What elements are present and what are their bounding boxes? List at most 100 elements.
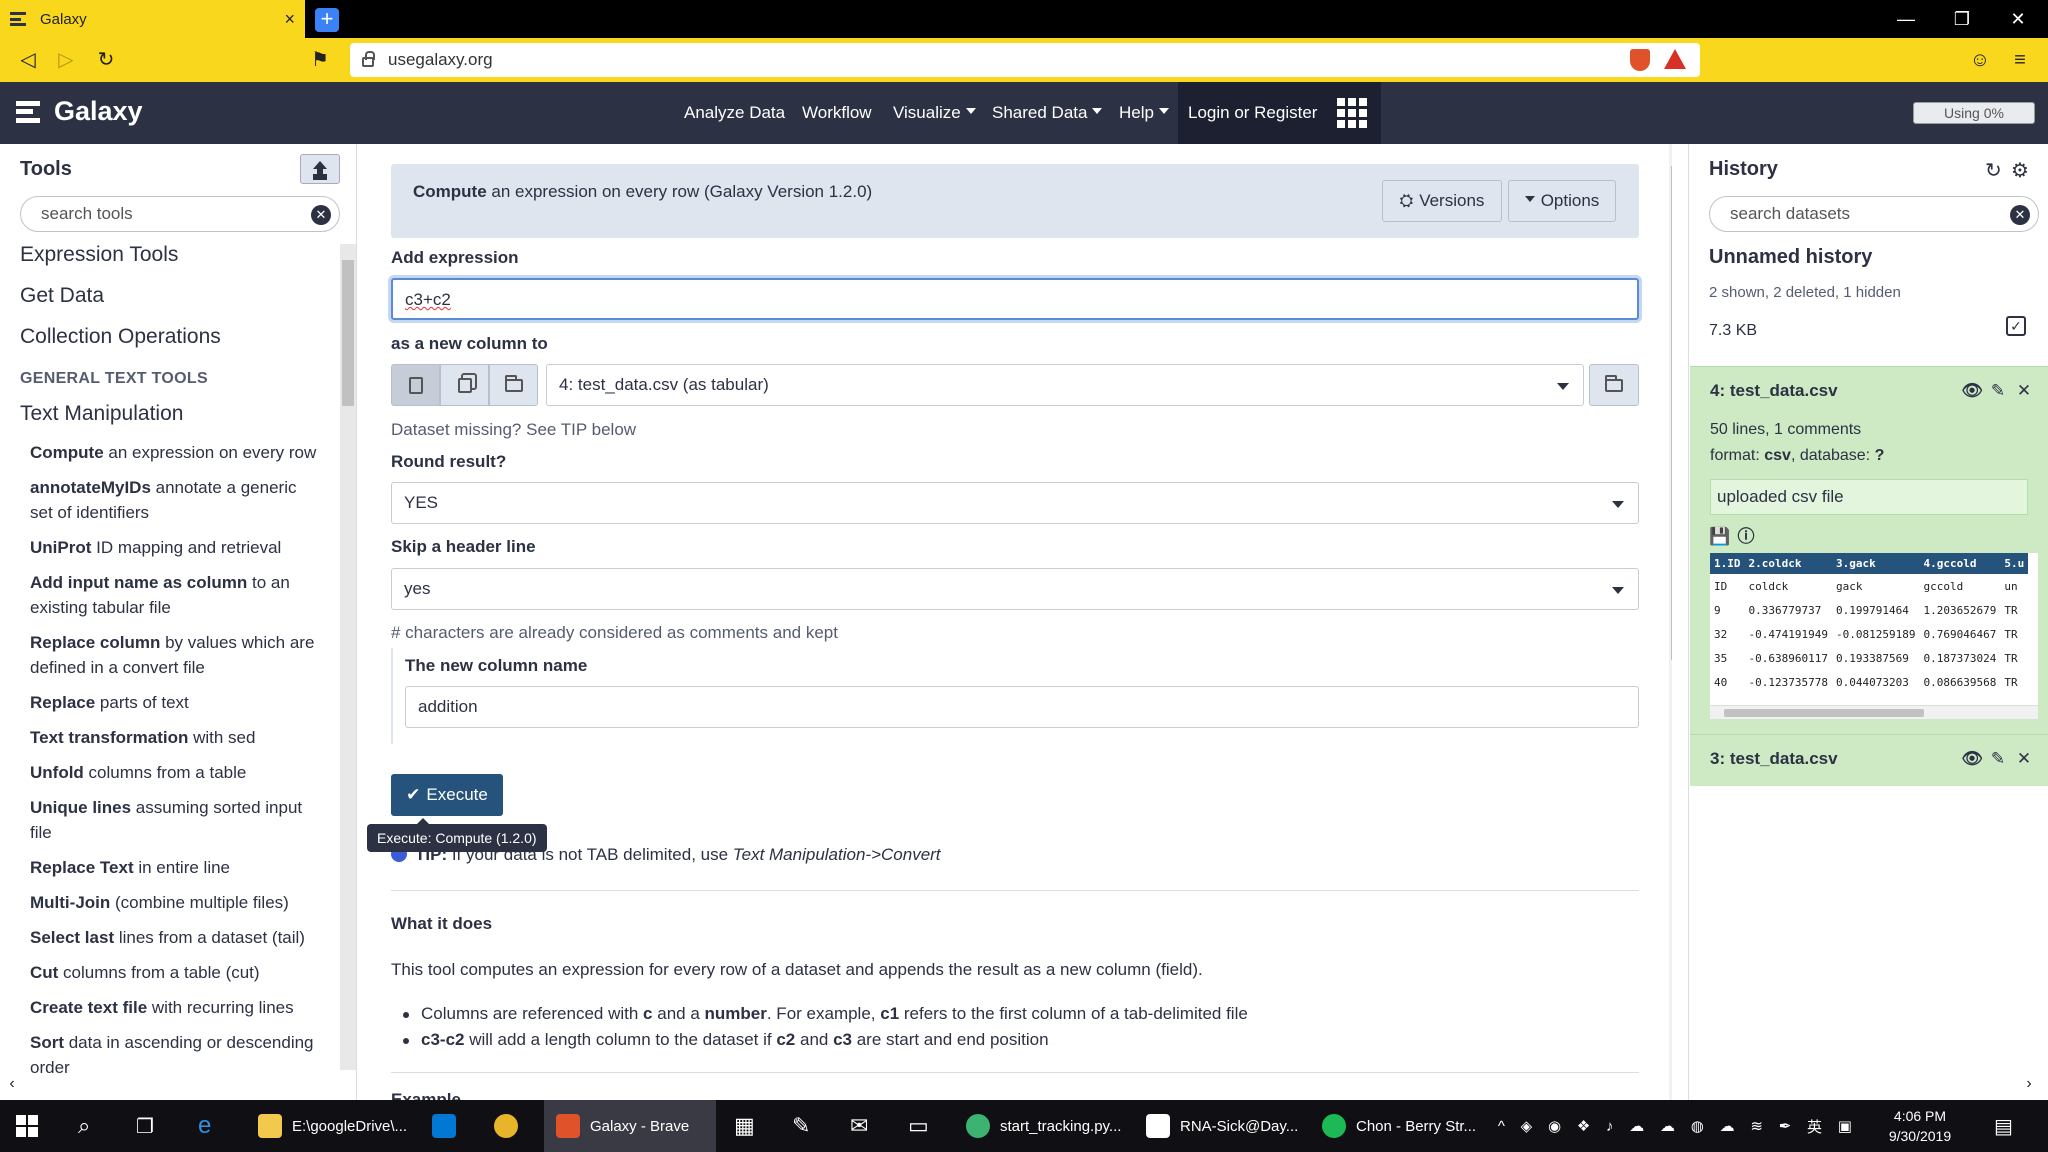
- edge-icon[interactable]: e: [198, 1100, 211, 1152]
- tools-scrollbar-thumb[interactable]: [342, 260, 354, 406]
- tool-item[interactable]: Select last lines from a dataset (tail): [0, 925, 340, 950]
- collection-button[interactable]: [489, 364, 538, 406]
- clock[interactable]: 4:06 PM 9/30/2019: [1860, 1106, 1980, 1146]
- info-icon[interactable]: ⓘ: [1734, 525, 1758, 549]
- start-button[interactable]: [16, 1100, 38, 1152]
- nav-help[interactable]: Help: [1119, 82, 1169, 144]
- address-bar[interactable]: usegalaxy.org: [350, 43, 1700, 77]
- execute-button[interactable]: ✔ Execute: [391, 774, 503, 816]
- tool-item[interactable]: Multi-Join (combine multiple files): [0, 890, 340, 915]
- versions-button[interactable]: ⛭ Versions: [1382, 180, 1502, 222]
- nav-shared-data[interactable]: Shared Data: [992, 82, 1103, 144]
- maximize-icon[interactable]: ❐: [1932, 0, 1992, 38]
- notepad-icon[interactable]: ✎: [792, 1100, 810, 1152]
- tool-item[interactable]: Text transformation with sed: [0, 725, 340, 750]
- dataset-item-4[interactable]: 4: test_data.csv 👁 ✎ ✕ 50 lines, 1 comme…: [1690, 366, 2048, 734]
- taskbar-explorer[interactable]: E:\googleDrive\...: [258, 1100, 408, 1152]
- nav-login-register[interactable]: Login or Register: [1178, 82, 1328, 144]
- notifications-icon[interactable]: ▤: [1994, 1100, 2013, 1152]
- brave-shield-icon[interactable]: [1630, 49, 1650, 71]
- tool-item[interactable]: Sort data in ascending or descending ord…: [0, 1030, 340, 1080]
- taskbar-galaxy-brave[interactable]: Galaxy - Brave: [544, 1100, 716, 1152]
- minimize-icon[interactable]: —: [1876, 0, 1936, 38]
- taskbar-notion[interactable]: RNA-Sick@Day...: [1146, 1100, 1322, 1152]
- save-icon[interactable]: 💾: [1708, 525, 1732, 549]
- tool-item[interactable]: Replace Text in entire line: [0, 855, 340, 880]
- tray-app-icon[interactable]: ◈: [1521, 1117, 1533, 1135]
- remote-icon[interactable]: ▭: [908, 1100, 929, 1152]
- wifi-icon[interactable]: ≋: [1750, 1117, 1763, 1135]
- dataset-item-3[interactable]: 3: test_data.csv 👁 ✎ ✕: [1690, 734, 2048, 786]
- dataset-select[interactable]: 4: test_data.csv (as tabular): [546, 364, 1584, 406]
- dataset-title[interactable]: 3: test_data.csv: [1710, 749, 1838, 769]
- section-collection-operations[interactable]: Collection Operations: [0, 318, 340, 359]
- tool-item[interactable]: Replace parts of text: [0, 690, 340, 715]
- single-dataset-button[interactable]: [391, 364, 440, 406]
- tool-item[interactable]: Add input name as column to an existing …: [0, 570, 340, 620]
- mail-icon[interactable]: ✉: [850, 1100, 868, 1152]
- tool-item[interactable]: Compute an expression on every row: [0, 440, 340, 465]
- peek-scrollbar[interactable]: [1710, 705, 2038, 719]
- volume-icon[interactable]: ♪: [1606, 1118, 1614, 1135]
- tray-app-icon[interactable]: ◉: [1548, 1117, 1561, 1135]
- language-indicator[interactable]: 英: [1807, 1116, 1822, 1137]
- clear-search-icon[interactable]: ✕: [311, 205, 331, 225]
- tray-app-icon[interactable]: ◍: [1691, 1117, 1704, 1135]
- new-column-name-input[interactable]: addition: [405, 686, 1639, 728]
- cloud-icon[interactable]: ☁: [1660, 1117, 1675, 1135]
- onedrive-icon[interactable]: ☁: [1720, 1117, 1735, 1135]
- center-scrollbar-thumb[interactable]: [1671, 166, 1672, 660]
- tool-item[interactable]: Replace column by values which are defin…: [0, 630, 340, 680]
- upload-icon[interactable]: [300, 154, 340, 184]
- tool-item[interactable]: Unfold columns from a table: [0, 760, 340, 785]
- forward-icon[interactable]: ▷: [52, 46, 80, 74]
- browse-datasets-button[interactable]: [1589, 364, 1639, 406]
- tool-item[interactable]: Cut columns from a table (cut): [0, 960, 340, 985]
- eye-icon[interactable]: 👁: [1960, 379, 1984, 403]
- bookmark-icon[interactable]: ⚑: [306, 46, 334, 74]
- pen-icon[interactable]: ✒: [1779, 1117, 1792, 1135]
- skip-header-select[interactable]: yes: [391, 568, 1639, 610]
- tools-scrollbar[interactable]: [340, 244, 356, 1070]
- tool-item[interactable]: Create text file with recurring lines: [0, 995, 340, 1020]
- tool-item[interactable]: Unique lines assuming sorted input file: [0, 795, 340, 845]
- brave-rewards-icon[interactable]: [1664, 49, 1686, 69]
- options-button[interactable]: Options: [1508, 180, 1616, 222]
- delete-icon[interactable]: ✕: [2012, 747, 2036, 771]
- taskbar-pycharm[interactable]: start_tracking.py...: [966, 1100, 1146, 1152]
- pencil-icon[interactable]: ✎: [1986, 379, 2010, 403]
- clear-search-icon[interactable]: ✕: [2010, 205, 2030, 225]
- tool-item[interactable]: UniProt ID mapping and retrieval: [0, 535, 340, 560]
- section-expression-tools[interactable]: Expression Tools: [0, 236, 340, 277]
- new-tab-button[interactable]: +: [315, 8, 339, 32]
- quota-meter[interactable]: Using 0%: [1913, 102, 2035, 124]
- task-view-icon[interactable]: ❐: [136, 1100, 154, 1152]
- collapse-right-icon[interactable]: ›: [2019, 1074, 2039, 1094]
- nav-analyze-data[interactable]: Analyze Data: [684, 82, 785, 144]
- section-text-manipulation[interactable]: Text Manipulation: [0, 395, 340, 436]
- tool-search-input[interactable]: search tools ✕: [20, 196, 340, 232]
- dataset-title[interactable]: 4: test_data.csv: [1710, 381, 1838, 401]
- dropbox-icon[interactable]: ❖: [1577, 1117, 1590, 1135]
- gear-icon[interactable]: ⚙: [2011, 158, 2029, 183]
- back-icon[interactable]: ◁: [14, 46, 42, 74]
- nav-visualize[interactable]: Visualize: [893, 82, 976, 144]
- search-icon[interactable]: ⌕: [78, 1100, 90, 1152]
- tray-app-icon[interactable]: ▣: [1838, 1117, 1852, 1135]
- eye-icon[interactable]: 👁: [1960, 747, 1984, 771]
- calculator-icon[interactable]: ▦: [734, 1100, 755, 1152]
- galaxy-brand[interactable]: Galaxy: [16, 96, 143, 127]
- multiple-datasets-button[interactable]: [440, 364, 489, 406]
- cloud-icon[interactable]: ☁: [1629, 1117, 1644, 1135]
- dataset-search-input[interactable]: search datasets ✕: [1709, 196, 2039, 232]
- tab-close-icon[interactable]: ×: [284, 9, 295, 30]
- round-result-select[interactable]: YES: [391, 482, 1639, 524]
- select-items-icon[interactable]: ✓: [2006, 316, 2026, 336]
- tray-chevron-icon[interactable]: ^: [1498, 1118, 1505, 1135]
- nav-workflow[interactable]: Workflow: [802, 82, 872, 144]
- chrome-icon[interactable]: [494, 1100, 528, 1152]
- close-window-icon[interactable]: ✕: [1988, 0, 2048, 38]
- delete-icon[interactable]: ✕: [2012, 379, 2036, 403]
- taskbar-spotify[interactable]: Chon - Berry Str...: [1322, 1100, 1502, 1152]
- refresh-icon[interactable]: ↻: [1985, 158, 2002, 183]
